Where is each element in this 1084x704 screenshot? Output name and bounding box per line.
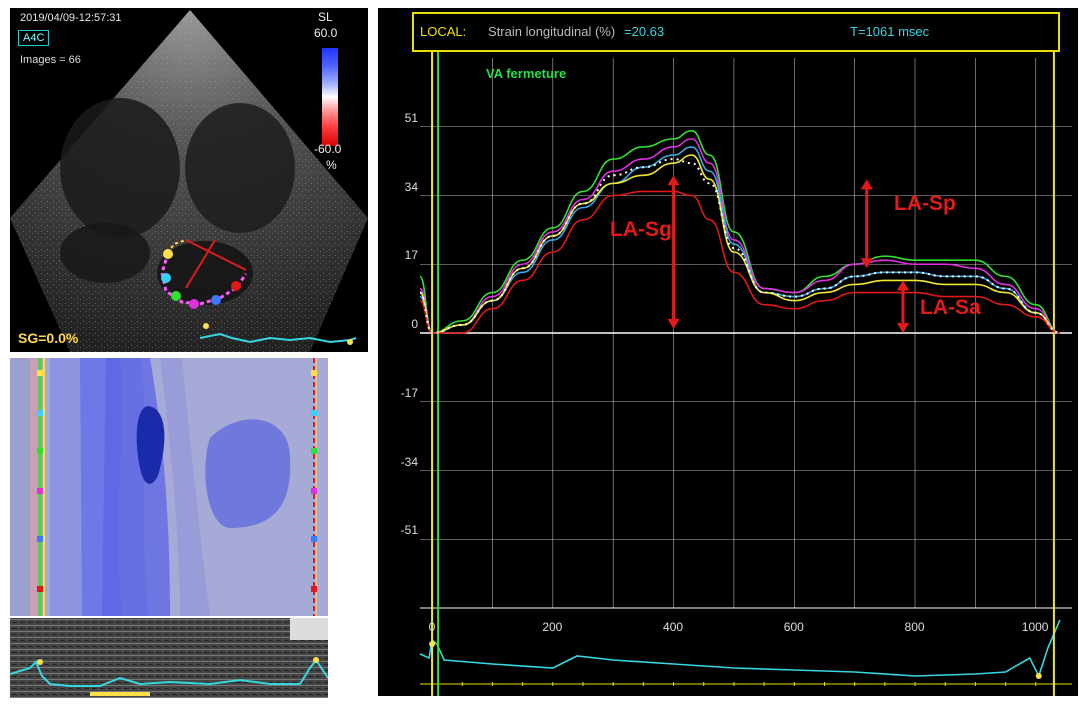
y-tick-label: 17 bbox=[404, 248, 418, 263]
mmode-ecg-strip bbox=[10, 618, 328, 698]
time-value: T=1061 msec bbox=[850, 24, 930, 39]
y-tick-label: -34 bbox=[400, 454, 418, 469]
strain-value: =20.63 bbox=[624, 24, 665, 39]
la-sp-label: LA-Sp bbox=[894, 192, 956, 215]
x-tick-label: 0 bbox=[428, 620, 436, 634]
scale-title: SL bbox=[318, 10, 333, 24]
strain-graph-panel: LOCAL: Strain longitudinal (%) =20.63 T=… bbox=[378, 8, 1078, 696]
la-sa-label: LA-Sa bbox=[920, 296, 981, 319]
y-tick-label: 34 bbox=[404, 179, 418, 194]
mmode-ecg-image bbox=[10, 618, 328, 698]
echo-image-panel: 2019/04/09-12:57:31 A4C Images = 66 SL 6… bbox=[10, 8, 368, 352]
x-tick-label: 400 bbox=[663, 620, 684, 634]
y-tick-label: -51 bbox=[400, 523, 418, 538]
chart-grid bbox=[420, 58, 1072, 686]
x-tick-label: 600 bbox=[783, 620, 804, 634]
strain-label: Strain longitudinal (%) bbox=[488, 24, 616, 39]
sg-value: SG=0.0% bbox=[18, 330, 79, 346]
x-tick-label: 800 bbox=[904, 620, 925, 634]
strain-header: LOCAL: Strain longitudinal (%) =20.63 T=… bbox=[412, 12, 1060, 52]
va-fermeture-label: VA fermeture bbox=[486, 66, 567, 81]
y-tick-label: 51 bbox=[404, 110, 418, 125]
la-sg-label: LA-Sg bbox=[610, 218, 672, 241]
arrow-head-down bbox=[667, 318, 680, 329]
strain-chart bbox=[419, 52, 1072, 696]
strain-color-scale bbox=[322, 48, 338, 146]
scale-max-label: 60.0 bbox=[314, 26, 338, 40]
y-tick-label: 0 bbox=[411, 317, 418, 331]
marker-lines bbox=[431, 52, 1055, 696]
strain-map-panel bbox=[10, 358, 328, 616]
y-tick-label: -17 bbox=[400, 385, 418, 400]
arrow-head-down bbox=[896, 323, 909, 333]
x-tick-label: 200 bbox=[542, 620, 563, 634]
view-badge: A4C bbox=[18, 30, 50, 46]
ecg-trace bbox=[419, 619, 1061, 679]
arrow-head-up bbox=[860, 179, 873, 190]
images-count: Images = 66 bbox=[20, 54, 81, 66]
scale-unit-label: % bbox=[326, 158, 337, 172]
graph-ecg-trace bbox=[419, 619, 1061, 679]
arrow-head-up bbox=[896, 280, 909, 291]
strain-map-image bbox=[10, 358, 328, 616]
local-label: LOCAL: bbox=[420, 24, 467, 39]
scale-min-label: -60.0 bbox=[314, 142, 342, 156]
arrow-head-up bbox=[667, 175, 680, 186]
x-tick-label: 1000 bbox=[1021, 620, 1049, 634]
annotation-arrows bbox=[667, 175, 909, 333]
ecg-marker bbox=[1035, 673, 1042, 679]
echo-timestamp: 2019/04/09-12:57:31 bbox=[20, 12, 122, 24]
